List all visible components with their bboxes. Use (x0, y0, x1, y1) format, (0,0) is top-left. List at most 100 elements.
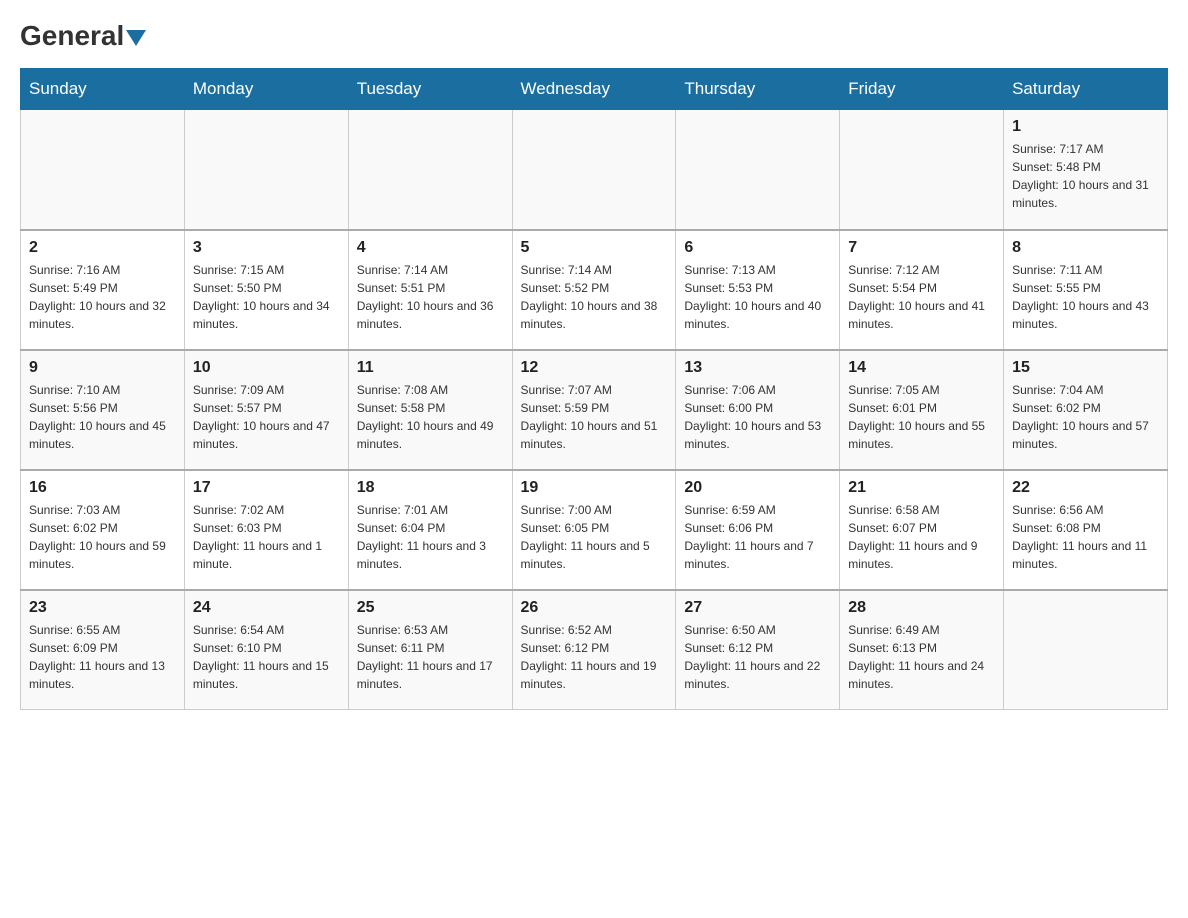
day-of-week-header: Sunday (21, 69, 185, 110)
calendar-day-cell: 9 Sunrise: 7:10 AMSunset: 5:56 PMDaylight… (21, 350, 185, 470)
calendar-day-cell: 8Sunrise: 7:11 AMSunset: 5:55 PMDaylight… (1004, 230, 1168, 350)
day-number: 12 (521, 359, 668, 377)
day-of-week-header: Thursday (676, 69, 840, 110)
calendar-day-cell: 1 Sunrise: 7:17 AMSunset: 5:48 PMDaylight… (1004, 110, 1168, 230)
calendar-day-cell: 7 Sunrise: 7:12 AMSunset: 5:54 PMDaylight… (840, 230, 1004, 350)
calendar-day-cell: 13 Sunrise: 7:06 AMSunset: 6:00 PMDayligh… (676, 350, 840, 470)
calendar-day-cell: 4 Sunrise: 7:14 AMSunset: 5:51 PMDaylight… (348, 230, 512, 350)
day-of-week-header: Saturday (1004, 69, 1168, 110)
day-number: 4 (357, 239, 504, 257)
day-info: Sunrise: 7:08 AMSunset: 5:58 PMDaylight:… (357, 381, 504, 453)
page-header: General (20, 20, 1168, 52)
day-number: 5 (521, 239, 668, 257)
calendar-day-cell: 19Sunrise: 7:00 AMSunset: 6:05 PMDayligh… (512, 470, 676, 590)
day-info: Sunrise: 7:00 AMSunset: 6:05 PMDaylight:… (521, 501, 668, 573)
calendar-day-cell (348, 110, 512, 230)
day-info: Sunrise: 7:07 AMSunset: 5:59 PMDaylight:… (521, 381, 668, 453)
day-info: Sunrise: 6:56 AMSunset: 6:08 PMDaylight:… (1012, 501, 1159, 573)
day-number: 8 (1012, 239, 1159, 257)
day-info: Sunrise: 7:15 AMSunset: 5:50 PMDaylight:… (193, 261, 340, 333)
day-info: Sunrise: 7:03 AMSunset: 6:02 PMDaylight:… (29, 501, 176, 573)
day-info: Sunrise: 6:54 AMSunset: 6:10 PMDaylight:… (193, 621, 340, 693)
logo: General (20, 20, 146, 52)
day-info: Sunrise: 7:01 AMSunset: 6:04 PMDaylight:… (357, 501, 504, 573)
calendar-day-cell: 24Sunrise: 6:54 AMSunset: 6:10 PMDayligh… (184, 590, 348, 710)
calendar-day-cell: 28 Sunrise: 6:49 AMSunset: 6:13 PMDayligh… (840, 590, 1004, 710)
day-info: Sunrise: 7:13 AMSunset: 5:53 PMDaylight:… (684, 261, 831, 333)
calendar-day-cell: 3 Sunrise: 7:15 AMSunset: 5:50 PMDaylight… (184, 230, 348, 350)
day-number: 3 (193, 239, 340, 257)
calendar-day-cell (1004, 590, 1168, 710)
day-number: 15 (1012, 359, 1159, 377)
day-number: 26 (521, 599, 668, 617)
day-info: Sunrise: 6:49 AMSunset: 6:13 PMDaylight:… (848, 621, 995, 693)
calendar-day-cell: 14Sunrise: 7:05 AMSunset: 6:01 PMDayligh… (840, 350, 1004, 470)
day-info: Sunrise: 6:59 AMSunset: 6:06 PMDaylight:… (684, 501, 831, 573)
day-info: Sunrise: 7:14 AMSunset: 5:51 PMDaylight:… (357, 261, 504, 333)
day-info: Sunrise: 7:16 AMSunset: 5:49 PMDaylight:… (29, 261, 176, 333)
day-of-week-header: Tuesday (348, 69, 512, 110)
day-number: 21 (848, 479, 995, 497)
day-info: Sunrise: 6:53 AMSunset: 6:11 PMDaylight:… (357, 621, 504, 693)
calendar-day-cell: 15 Sunrise: 7:04 AMSunset: 6:02 PMDayligh… (1004, 350, 1168, 470)
day-info: Sunrise: 7:17 AMSunset: 5:48 PMDaylight:… (1012, 140, 1159, 212)
day-number: 18 (357, 479, 504, 497)
calendar-day-cell: 12 Sunrise: 7:07 AMSunset: 5:59 PMDayligh… (512, 350, 676, 470)
day-number: 16 (29, 479, 176, 497)
day-number: 22 (1012, 479, 1159, 497)
day-info: Sunrise: 6:58 AMSunset: 6:07 PMDaylight:… (848, 501, 995, 573)
day-info: Sunrise: 7:05 AMSunset: 6:01 PMDaylight:… (848, 381, 995, 453)
day-number: 1 (1012, 118, 1159, 136)
calendar-header-row: SundayMondayTuesdayWednesdayThursdayFrid… (21, 69, 1168, 110)
calendar-day-cell (676, 110, 840, 230)
calendar-day-cell: 27 Sunrise: 6:50 AMSunset: 6:12 PMDayligh… (676, 590, 840, 710)
calendar-day-cell: 23Sunrise: 6:55 AMSunset: 6:09 PMDayligh… (21, 590, 185, 710)
calendar-day-cell: 11 Sunrise: 7:08 AMSunset: 5:58 PMDayligh… (348, 350, 512, 470)
day-info: Sunrise: 7:14 AMSunset: 5:52 PMDaylight:… (521, 261, 668, 333)
day-info: Sunrise: 7:04 AMSunset: 6:02 PMDaylight:… (1012, 381, 1159, 453)
calendar-week-row: 1 Sunrise: 7:17 AMSunset: 5:48 PMDaylight… (21, 110, 1168, 230)
calendar-day-cell: 17Sunrise: 7:02 AMSunset: 6:03 PMDayligh… (184, 470, 348, 590)
calendar-day-cell: 26 Sunrise: 6:52 AMSunset: 6:12 PMDayligh… (512, 590, 676, 710)
day-number: 9 (29, 359, 176, 377)
day-number: 2 (29, 239, 176, 257)
day-info: Sunrise: 6:55 AMSunset: 6:09 PMDaylight:… (29, 621, 176, 693)
day-of-week-header: Wednesday (512, 69, 676, 110)
day-info: Sunrise: 7:10 AMSunset: 5:56 PMDaylight:… (29, 381, 176, 453)
calendar-day-cell (840, 110, 1004, 230)
day-number: 27 (684, 599, 831, 617)
calendar-day-cell: 22 Sunrise: 6:56 AMSunset: 6:08 PMDayligh… (1004, 470, 1168, 590)
day-number: 11 (357, 359, 504, 377)
logo-triangle-icon (126, 30, 146, 46)
calendar-day-cell (21, 110, 185, 230)
logo-general: General (20, 20, 146, 52)
day-number: 13 (684, 359, 831, 377)
day-info: Sunrise: 7:12 AMSunset: 5:54 PMDaylight:… (848, 261, 995, 333)
calendar-day-cell: 21 Sunrise: 6:58 AMSunset: 6:07 PMDayligh… (840, 470, 1004, 590)
calendar-day-cell: 20 Sunrise: 6:59 AMSunset: 6:06 PMDayligh… (676, 470, 840, 590)
calendar-day-cell (512, 110, 676, 230)
day-number: 25 (357, 599, 504, 617)
calendar-day-cell: 18 Sunrise: 7:01 AMSunset: 6:04 PMDayligh… (348, 470, 512, 590)
calendar-week-row: 9 Sunrise: 7:10 AMSunset: 5:56 PMDaylight… (21, 350, 1168, 470)
calendar-day-cell: 25 Sunrise: 6:53 AMSunset: 6:11 PMDayligh… (348, 590, 512, 710)
day-info: Sunrise: 7:09 AMSunset: 5:57 PMDaylight:… (193, 381, 340, 453)
day-number: 10 (193, 359, 340, 377)
day-number: 7 (848, 239, 995, 257)
day-number: 6 (684, 239, 831, 257)
calendar-table: SundayMondayTuesdayWednesdayThursdayFrid… (20, 68, 1168, 710)
calendar-day-cell: 2 Sunrise: 7:16 AMSunset: 5:49 PMDaylight… (21, 230, 185, 350)
calendar-week-row: 2 Sunrise: 7:16 AMSunset: 5:49 PMDaylight… (21, 230, 1168, 350)
calendar-day-cell (184, 110, 348, 230)
day-number: 28 (848, 599, 995, 617)
calendar-week-row: 16 Sunrise: 7:03 AMSunset: 6:02 PMDayligh… (21, 470, 1168, 590)
calendar-day-cell: 6 Sunrise: 7:13 AMSunset: 5:53 PMDaylight… (676, 230, 840, 350)
day-of-week-header: Friday (840, 69, 1004, 110)
day-info: Sunrise: 7:06 AMSunset: 6:00 PMDaylight:… (684, 381, 831, 453)
day-of-week-header: Monday (184, 69, 348, 110)
calendar-week-row: 23Sunrise: 6:55 AMSunset: 6:09 PMDayligh… (21, 590, 1168, 710)
calendar-day-cell: 16 Sunrise: 7:03 AMSunset: 6:02 PMDayligh… (21, 470, 185, 590)
day-info: Sunrise: 6:52 AMSunset: 6:12 PMDaylight:… (521, 621, 668, 693)
day-number: 20 (684, 479, 831, 497)
day-info: Sunrise: 6:50 AMSunset: 6:12 PMDaylight:… (684, 621, 831, 693)
